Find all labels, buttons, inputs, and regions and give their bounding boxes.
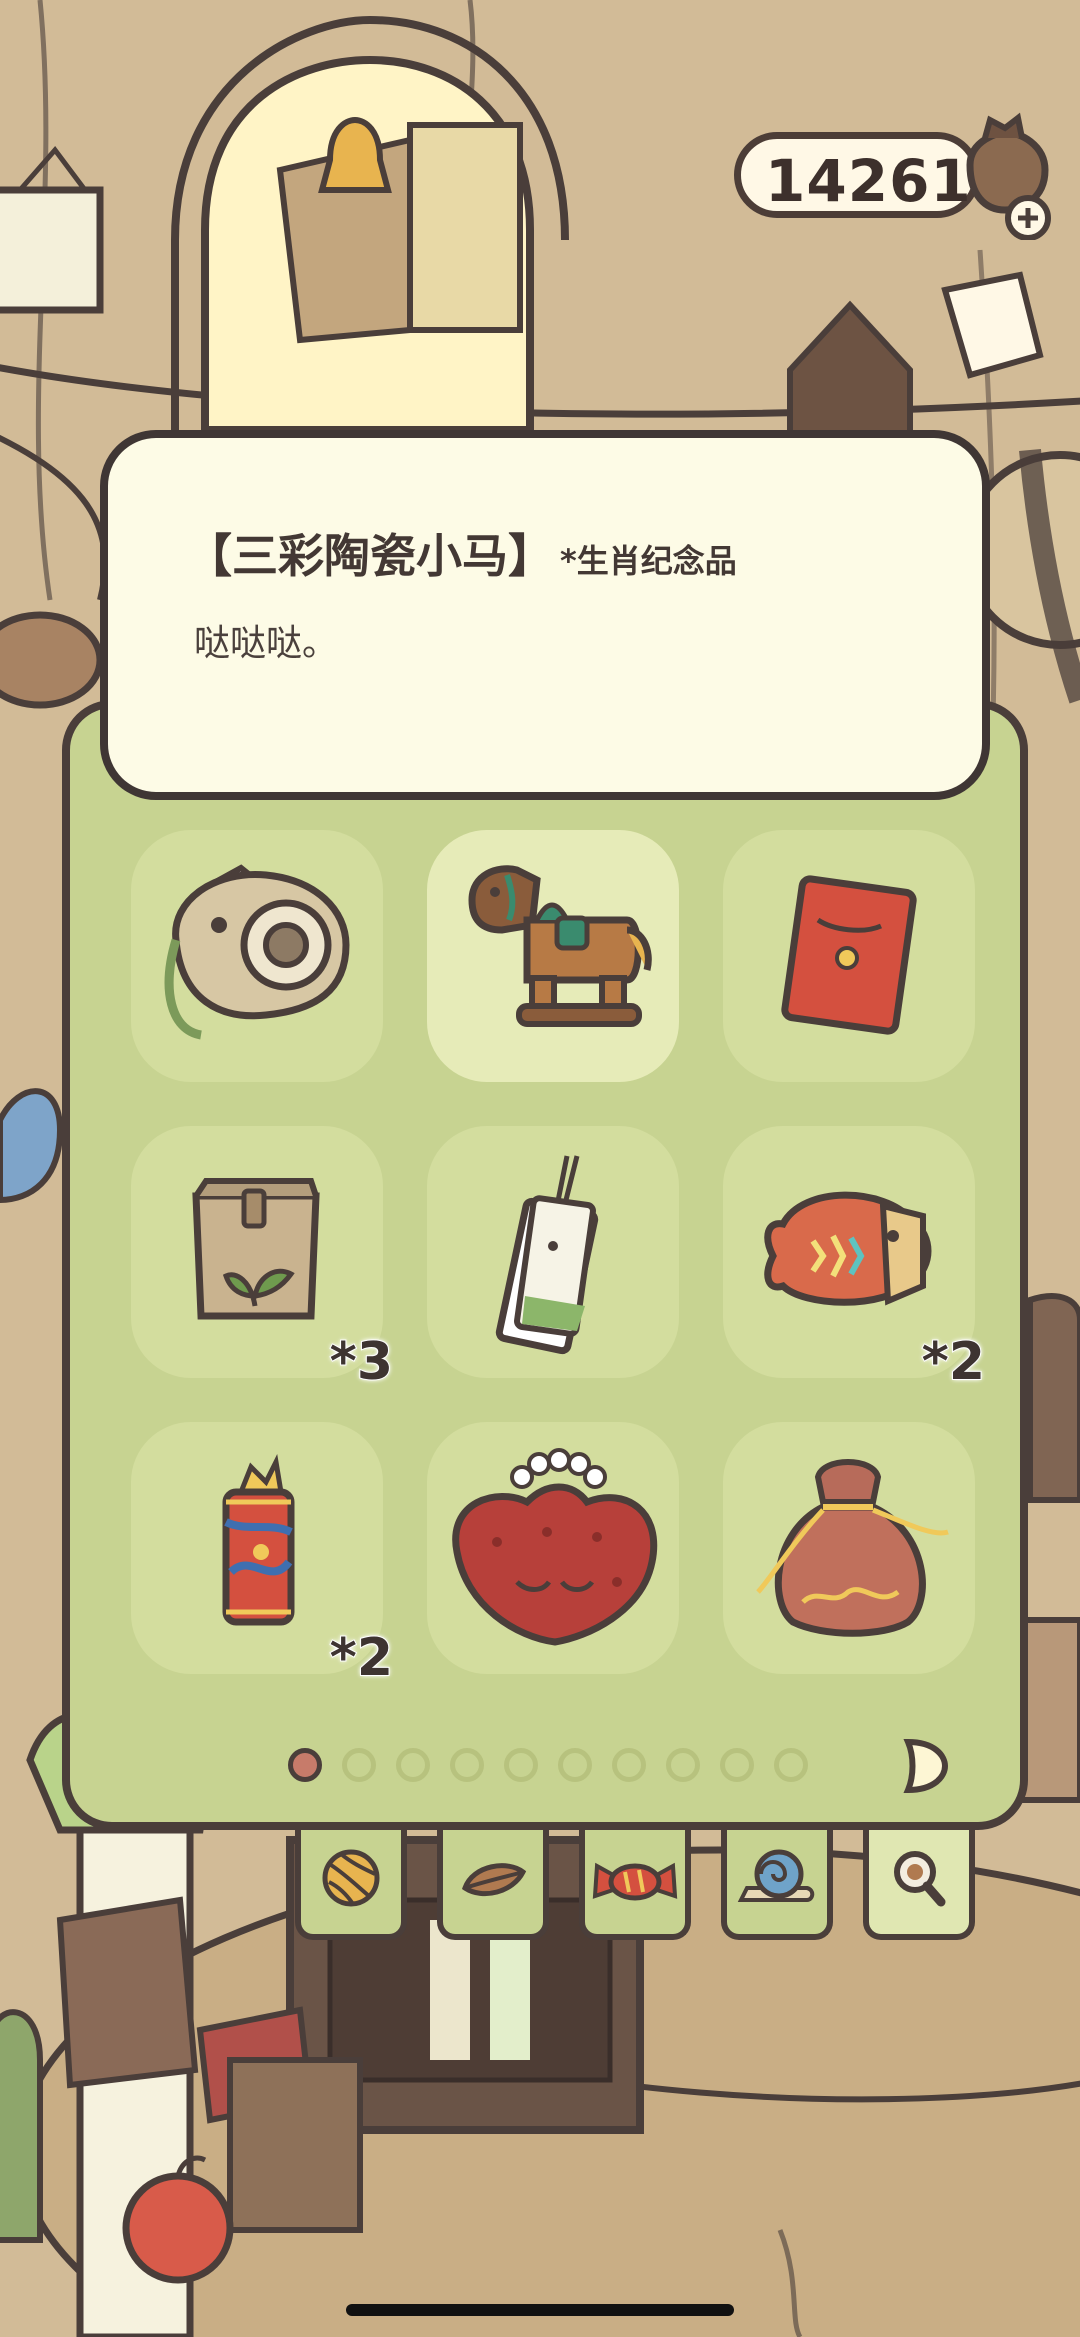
- item-description: 哒哒哒。: [194, 623, 339, 664]
- item-title-row: 【三彩陶瓷小马】 *生肖纪念品: [186, 520, 737, 586]
- inventory-panel: *3 *2 *2: [62, 700, 1028, 1830]
- item-title: 【三彩陶瓷小马】: [186, 529, 554, 583]
- magnifier-icon: [894, 1851, 946, 1907]
- tab-leaf[interactable]: [437, 1830, 549, 1940]
- candy-icon: [592, 1862, 678, 1901]
- red-pompom-bag-icon: [452, 1448, 658, 1646]
- item-tag: *生肖纪念品: [560, 542, 737, 580]
- page-dot-4[interactable]: [450, 1748, 484, 1782]
- inventory-slot-9[interactable]: [723, 1422, 975, 1674]
- inventory-slot-2[interactable]: [427, 830, 679, 1082]
- inventory-slot-7[interactable]: *2: [131, 1422, 394, 1689]
- fortune-tags-icon: [495, 1155, 599, 1355]
- inventory-slot-4[interactable]: *3: [131, 1126, 394, 1393]
- instant-camera-icon: [164, 864, 350, 1040]
- inventory-slot-6[interactable]: *2: [723, 1126, 986, 1393]
- page-dot-7[interactable]: [612, 1748, 646, 1782]
- coin-counter: 142617: [734, 132, 1012, 218]
- tab-yarn[interactable]: [295, 1830, 407, 1940]
- item-count: *2: [329, 1627, 394, 1689]
- tab-snail[interactable]: [721, 1830, 833, 1940]
- page-dot-9[interactable]: [720, 1748, 754, 1782]
- red-envelope-icon: [781, 875, 917, 1035]
- next-page-button[interactable]: [900, 1736, 950, 1796]
- item-description-card: 【三彩陶瓷小马】 *生肖纪念品 哒哒哒。: [100, 430, 990, 800]
- page-dot-5[interactable]: [504, 1748, 538, 1782]
- page-dot-1[interactable]: [288, 1748, 322, 1782]
- snail-icon: [737, 1849, 815, 1902]
- category-tabs: [295, 1830, 975, 1950]
- page-indicator: [288, 1736, 988, 1796]
- leaf-icon: [462, 1863, 527, 1897]
- home-indicator[interactable]: [346, 2304, 734, 2316]
- tab-candy[interactable]: [579, 1830, 691, 1940]
- page-dot-3[interactable]: [396, 1748, 430, 1782]
- inventory-slot-3[interactable]: [723, 830, 975, 1082]
- item-count: *2: [921, 1331, 986, 1393]
- inventory-slot-5[interactable]: [427, 1126, 679, 1378]
- clover-bag-icon[interactable]: [950, 110, 1060, 241]
- page-dot-10[interactable]: [774, 1748, 808, 1782]
- page-dot-6[interactable]: [558, 1748, 592, 1782]
- chevron-right-icon: [903, 1738, 949, 1794]
- page-dot-8[interactable]: [666, 1748, 700, 1782]
- lucky-pouch-icon: [756, 1459, 949, 1637]
- yarn-ball-icon: [322, 1849, 380, 1907]
- tricolor-ceramic-horse-icon: [468, 865, 652, 1027]
- inventory-slot-8[interactable]: [427, 1422, 679, 1674]
- tab-magnifier[interactable]: [863, 1830, 975, 1940]
- item-count: *3: [329, 1331, 394, 1393]
- inventory-slot-1[interactable]: [131, 830, 383, 1082]
- page-dot-2[interactable]: [342, 1748, 376, 1782]
